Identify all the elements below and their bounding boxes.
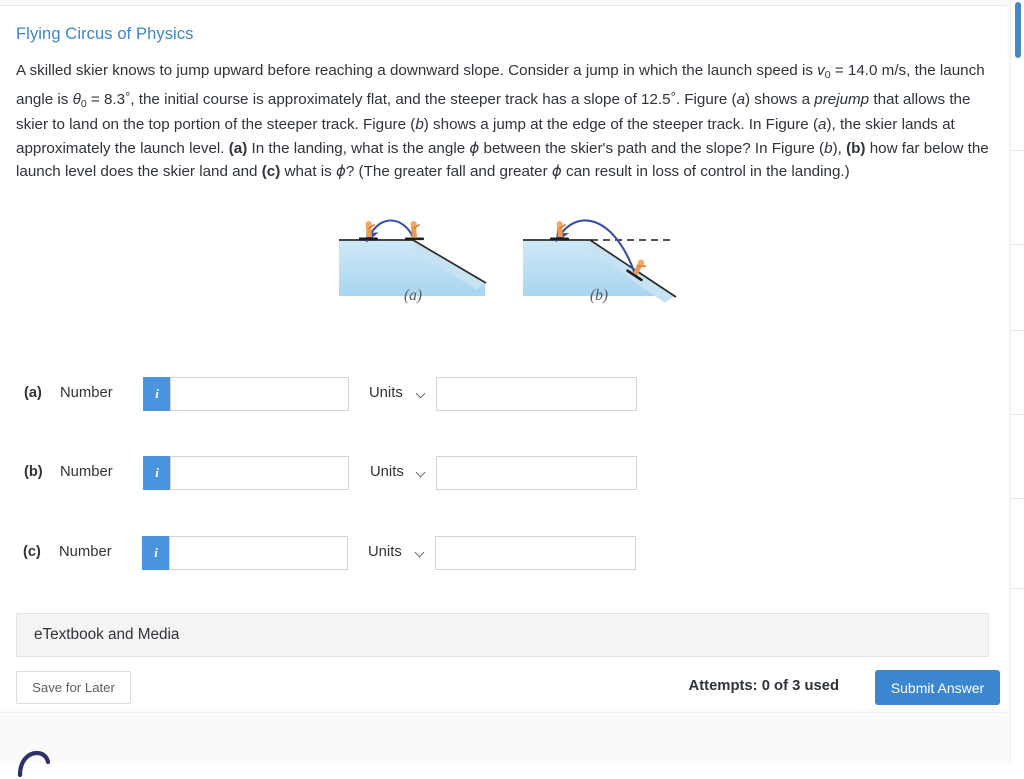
skis-launch-b <box>550 237 569 241</box>
answer-row-b: (b) Number i Units <box>0 456 660 490</box>
page-scrollbar-thumb[interactable] <box>1015 2 1021 58</box>
number-field-group-c: i <box>142 536 348 570</box>
attempts-status: Attempts: 0 of 3 used <box>688 678 839 694</box>
skis-landing-a <box>405 237 424 241</box>
etextbook-and-media-bar[interactable]: eTextbook and Media <box>16 613 989 657</box>
scrollbar-tick <box>1011 414 1024 415</box>
units-select-c[interactable] <box>435 536 636 570</box>
skier-landing-a <box>410 221 420 237</box>
scrollbar-tick <box>1011 588 1024 589</box>
figure-caption-a: (a) <box>404 287 423 304</box>
number-field-group-a: i <box>143 377 349 411</box>
number-label-a: Number <box>60 385 113 401</box>
number-input-c[interactable] <box>169 536 348 570</box>
number-input-a[interactable] <box>170 377 349 411</box>
figure-svg <box>339 219 677 303</box>
units-label-c: Units <box>368 544 402 560</box>
answer-part-label-b: (b) <box>24 464 43 480</box>
problem-statement: A skilled skier knows to jump upward bef… <box>16 62 989 181</box>
info-icon-a[interactable]: i <box>143 377 170 411</box>
trajectory-arc-a <box>366 219 414 243</box>
number-label-b: Number <box>60 464 113 480</box>
info-icon-b[interactable]: i <box>143 456 170 490</box>
units-select-a[interactable] <box>436 377 637 411</box>
chevron-down-icon-a <box>417 390 425 398</box>
assignment-card: Flying Circus of Physics A skilled skier… <box>0 5 1007 713</box>
info-icon-c[interactable]: i <box>142 536 169 570</box>
answer-row-a: (a) Number i Units <box>0 377 660 411</box>
page-title: Flying Circus of Physics <box>16 25 194 43</box>
figure-caption-b: (b) <box>590 287 609 304</box>
number-label-c: Number <box>59 544 112 560</box>
chevron-down-icon-c <box>416 549 424 557</box>
answer-part-label-a: (a) <box>24 385 42 401</box>
save-for-later-button[interactable]: Save for Later <box>16 671 131 704</box>
etextbook-and-media-label: eTextbook and Media <box>34 626 180 643</box>
units-select-b[interactable] <box>436 456 637 490</box>
scrollbar-tick <box>1011 244 1024 245</box>
chevron-down-icon-b <box>417 469 425 477</box>
bottom-strip <box>0 712 1007 763</box>
units-label-a: Units <box>369 385 403 401</box>
submit-answer-button[interactable]: Submit Answer <box>875 670 1000 705</box>
physics-figure: (a) (b) <box>325 204 700 312</box>
answer-part-label-c: (c) <box>23 544 41 560</box>
number-field-group-b: i <box>143 456 349 490</box>
units-label-b: Units <box>370 464 404 480</box>
scrollbar-tick <box>1011 150 1024 151</box>
page-root: Flying Circus of Physics A skilled skier… <box>0 0 1024 778</box>
page-scrollbar[interactable] <box>1010 0 1024 762</box>
answer-row-c: (c) Number i Units <box>0 536 660 570</box>
figure-panel-a <box>339 219 487 296</box>
number-input-b[interactable] <box>170 456 349 490</box>
wiley-logo-icon <box>17 750 50 778</box>
scrollbar-tick <box>1011 498 1024 499</box>
skis-launch-a <box>359 237 378 241</box>
scrollbar-tick <box>1011 330 1024 331</box>
